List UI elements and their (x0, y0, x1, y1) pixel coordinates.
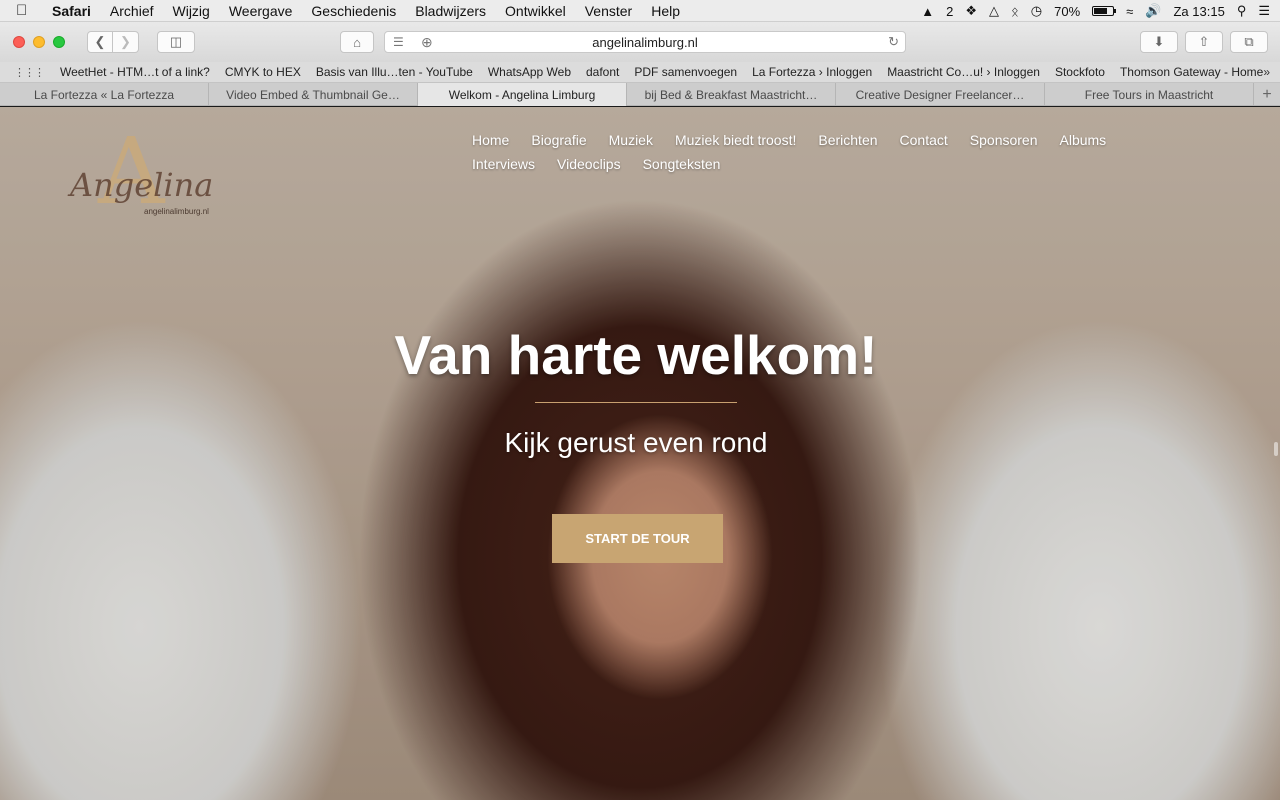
tab-overview-button[interactable]: ⧉ (1230, 31, 1268, 53)
sidebar-toggle-button[interactable]: ◫ (157, 31, 195, 53)
forward-button[interactable]: ❯ (113, 31, 139, 53)
status-area: ▲ 2 ❖ △ ᛟ ◷ 70% ≈ 🔊 Za 13:15 ⚲ ☰ (921, 0, 1270, 22)
headline-divider (535, 402, 737, 403)
menu-app-safari[interactable]: Safari (52, 3, 91, 19)
bookmark-item[interactable]: CMYK to HEX (225, 65, 301, 79)
bookmark-item[interactable]: Basis van Illu…ten - YouTube (316, 65, 473, 79)
tab-video-embed[interactable]: Video Embed & Thumbnail Ge… (209, 83, 418, 106)
menu-archief[interactable]: Archief (110, 3, 154, 19)
tab-bar: La Fortezza « La Fortezza Video Embed & … (0, 83, 1280, 106)
tabs-icon: ⧉ (1244, 34, 1254, 49)
adobe-icon[interactable]: ▲ (921, 4, 934, 19)
volume-icon[interactable]: 🔊 (1145, 3, 1161, 19)
tab-free-tours[interactable]: Free Tours in Maastricht (1045, 83, 1254, 106)
back-button[interactable]: ❮ (87, 31, 113, 53)
adobe-count: 2 (946, 3, 954, 19)
bookmark-item[interactable]: La Fortezza › Inloggen (752, 65, 872, 79)
share-button[interactable]: ⇧ (1185, 31, 1223, 53)
zoom-window-button[interactable] (53, 36, 65, 48)
tab-bed-breakfast[interactable]: bij Bed & Breakfast Maastricht… (627, 83, 836, 106)
address-text[interactable]: angelinalimburg.nl (592, 35, 698, 50)
nav-contact[interactable]: Contact (900, 132, 948, 148)
reader-icon[interactable]: ☰ (393, 35, 404, 49)
nav-biografie[interactable]: Biografie (531, 132, 586, 148)
nav-songteksten[interactable]: Songteksten (643, 156, 721, 172)
tab-welkom-angelina[interactable]: Welkom - Angelina Limburg (418, 83, 627, 106)
back-forward-group: ❮ ❯ (87, 31, 139, 53)
nav-videoclips[interactable]: Videoclips (557, 156, 621, 172)
drive-icon[interactable]: △ (989, 3, 999, 19)
downloads-button[interactable]: ⬇ (1140, 31, 1178, 53)
hero-section: A Angelina angelinalimburg.nl Home Biogr… (0, 107, 1280, 800)
bookmark-item[interactable]: Maastricht Co…u! › Inloggen (887, 65, 1040, 79)
home-button[interactable]: ⌂ (340, 31, 374, 53)
menu-venster[interactable]: Venster (585, 3, 632, 19)
nav-muziek-biedt-troost[interactable]: Muziek biedt troost! (675, 132, 796, 148)
nav-sponsoren[interactable]: Sponsoren (970, 132, 1038, 148)
battery-icon[interactable] (1092, 6, 1117, 16)
menu-help[interactable]: Help (651, 3, 680, 19)
site-logo[interactable]: A Angelina angelinalimburg.nl (68, 126, 216, 227)
hero-headline: Van harte welkom! (394, 324, 878, 386)
home-icon: ⌂ (353, 34, 361, 50)
share-icon: ⇧ (1198, 34, 1210, 49)
plus-icon: + (1262, 85, 1272, 103)
apple-icon[interactable]:  (16, 2, 38, 19)
menu-wijzig[interactable]: Wijzig (173, 3, 210, 19)
menu-geschiedenis[interactable]: Geschiedenis (311, 3, 396, 19)
bluetooth-icon[interactable]: ᛟ (1011, 4, 1019, 19)
close-window-button[interactable] (13, 36, 25, 48)
bookmark-item[interactable]: WeetHet - HTM…t of a link? (60, 65, 210, 79)
bookmark-item[interactable]: PDF samenvoegen (634, 65, 737, 79)
bookmark-item[interactable]: WhatsApp Web (488, 65, 571, 79)
battery-percent[interactable]: 70% (1054, 4, 1080, 19)
top-sites-grid-icon[interactable]: ⋮⋮⋮ (14, 66, 45, 79)
start-tour-button[interactable]: START DE TOUR (552, 514, 723, 563)
menu-bar:  Safari Archief Wijzig Weergave Geschie… (0, 0, 1280, 22)
nav-berichten[interactable]: Berichten (818, 132, 877, 148)
site-nav: Home Biografie Muziek Muziek biedt troos… (461, 128, 1221, 176)
bookmark-item[interactable]: Stockfoto (1055, 65, 1105, 79)
window-controls (13, 36, 65, 48)
clock[interactable]: Za 13:15 (1173, 4, 1224, 19)
reload-icon[interactable]: ↻ (888, 34, 899, 50)
chevron-left-icon: ❮ (94, 34, 106, 49)
time-machine-icon[interactable]: ◷ (1031, 3, 1042, 19)
logo-name: Angelina (70, 166, 214, 204)
chevron-right-icon: ❯ (120, 34, 131, 49)
bookmark-item[interactable]: dafont (586, 65, 619, 79)
address-bar[interactable]: ☰ ⊕ angelinalimburg.nl ↻ (384, 31, 906, 53)
download-icon: ⬇ (1153, 34, 1165, 49)
nav-albums[interactable]: Albums (1060, 132, 1107, 148)
menu-bladwijzers[interactable]: Bladwijzers (415, 3, 486, 19)
dropbox-icon[interactable]: ❖ (965, 3, 977, 19)
menu-weergave[interactable]: Weergave (229, 3, 293, 19)
nav-home[interactable]: Home (472, 132, 509, 148)
more-bookmarks-chevron-icon[interactable]: » (1263, 65, 1270, 79)
notification-center-icon[interactable]: ☰ (1258, 3, 1270, 19)
minimize-window-button[interactable] (33, 36, 45, 48)
browser-toolbar: ❮ ❯ ◫ ⌂ ☰ ⊕ angelinalimburg.nl ↻ ⬇ ⇧ ⧉ (0, 22, 1280, 62)
nav-interviews[interactable]: Interviews (472, 156, 535, 172)
sidebar-icon: ◫ (169, 34, 183, 49)
tab-creative-designer[interactable]: Creative Designer Freelancer… (836, 83, 1045, 106)
tab-la-fortezza[interactable]: La Fortezza « La Fortezza (0, 83, 209, 106)
hero-subline: Kijk gerust even rond (504, 427, 768, 458)
nav-muziek[interactable]: Muziek (609, 132, 653, 148)
add-bookmark-icon[interactable]: ⊕ (421, 34, 433, 51)
new-tab-button[interactable]: + (1254, 83, 1280, 106)
nav-row-2: Interviews Videoclips Songteksten (461, 152, 1221, 176)
scrollbar-thumb[interactable] (1274, 442, 1278, 456)
spotlight-search-icon[interactable]: ⚲ (1237, 3, 1247, 19)
bookmarks-bar: ⋮⋮⋮ WeetHet - HTM…t of a link? CMYK to H… (0, 62, 1280, 83)
logo-url: angelinalimburg.nl (144, 207, 209, 216)
bookmark-item[interactable]: Thomson Gateway - Home (1120, 65, 1263, 79)
nav-row-1: Home Biografie Muziek Muziek biedt troos… (461, 128, 1221, 152)
wifi-icon[interactable]: ≈ (1126, 4, 1133, 19)
menu-ontwikkel[interactable]: Ontwikkel (505, 3, 566, 19)
